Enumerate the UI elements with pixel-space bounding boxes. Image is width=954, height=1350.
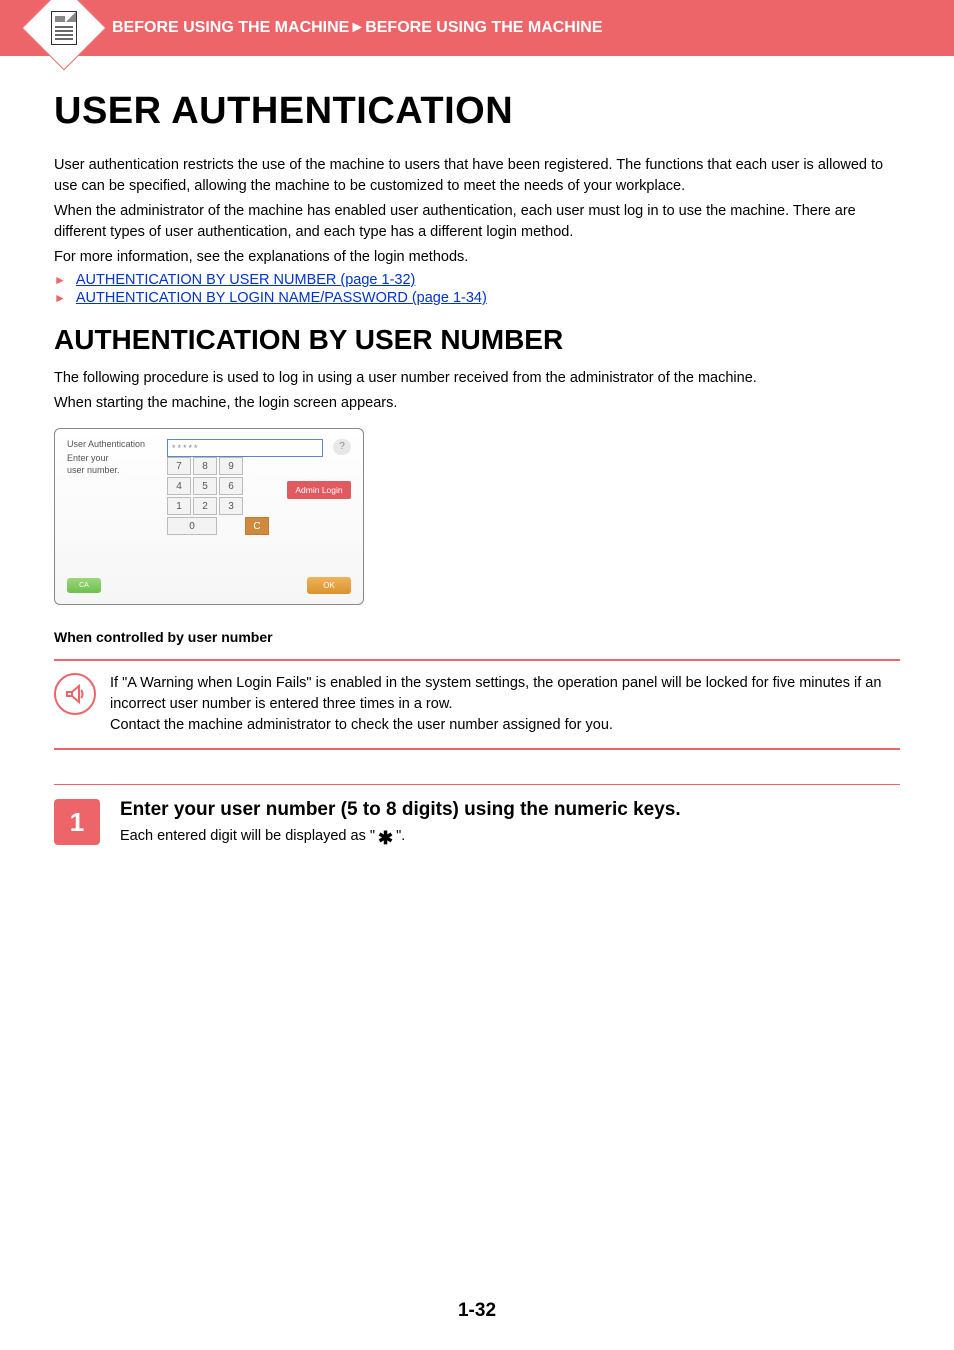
- triangle-bullet-icon: ►: [54, 291, 66, 305]
- breadcrumb-right: BEFORE USING THE MACHINE: [365, 19, 602, 36]
- key-blank: [245, 457, 269, 475]
- key-7[interactable]: 7: [167, 457, 191, 475]
- sub-intro-1: The following procedure is used to log i…: [54, 368, 900, 389]
- step-sub-before: Each entered digit will be displayed as …: [120, 828, 375, 844]
- document-icon: [51, 11, 77, 45]
- breadcrumb-left: BEFORE USING THE MACHINE: [112, 19, 349, 36]
- page-title: USER AUTHENTICATION: [54, 90, 900, 133]
- panel-caption: When controlled by user number: [54, 629, 900, 645]
- key-2[interactable]: 2: [193, 497, 217, 515]
- login-panel: User Authentication ***** ? Enter your u…: [54, 428, 364, 605]
- intro-p2: When the administrator of the machine ha…: [54, 201, 900, 243]
- key-1[interactable]: 1: [167, 497, 191, 515]
- key-9[interactable]: 9: [219, 457, 243, 475]
- key-5[interactable]: 5: [193, 477, 217, 495]
- key-4[interactable]: 4: [167, 477, 191, 495]
- lp-title: User Authentication: [67, 439, 157, 449]
- breadcrumb: BEFORE USING THE MACHINE►BEFORE USING TH…: [112, 19, 603, 37]
- key-blank: [245, 497, 269, 515]
- step-sub-after: ".: [396, 828, 405, 844]
- step-title: Enter your user number (5 to 8 digits) u…: [120, 799, 681, 821]
- key-0[interactable]: 0: [167, 517, 217, 535]
- asterisk-icon: ✱: [378, 829, 393, 847]
- intro-p1: User authentication restricts the use of…: [54, 155, 900, 197]
- header-bar: BEFORE USING THE MACHINE►BEFORE USING TH…: [0, 0, 954, 56]
- key-clear[interactable]: C: [245, 517, 269, 535]
- breadcrumb-sep: ►: [349, 19, 365, 36]
- key-6[interactable]: 6: [219, 477, 243, 495]
- page-number: 1-32: [0, 1300, 954, 1322]
- numeric-keypad: 7 8 9 4 5 6 1 2 3 0 C: [167, 457, 269, 535]
- lp-input-display[interactable]: *****: [167, 439, 323, 457]
- note-box: If "A Warning when Login Fails" is enabl…: [54, 659, 900, 750]
- sub-intro-2: When starting the machine, the login scr…: [54, 393, 900, 414]
- key-blank: [245, 477, 269, 495]
- note-line-1: If "A Warning when Login Fails" is enabl…: [110, 673, 900, 715]
- section-title: AUTHENTICATION BY USER NUMBER: [54, 324, 900, 356]
- note-line-2: Contact the machine administrator to che…: [110, 715, 900, 736]
- note-icon: [54, 673, 96, 715]
- lp-instr-l1: Enter your: [67, 453, 109, 463]
- ca-button[interactable]: CA: [67, 578, 101, 593]
- lp-instr-l2: user number.: [67, 465, 120, 475]
- ok-button[interactable]: OK: [307, 577, 351, 594]
- step-subtext: Each entered digit will be displayed as …: [120, 827, 681, 845]
- link-auth-login-name[interactable]: AUTHENTICATION BY LOGIN NAME/PASSWORD (p…: [76, 290, 487, 306]
- link-auth-user-number[interactable]: AUTHENTICATION BY USER NUMBER (page 1-32…: [76, 272, 415, 288]
- key-8[interactable]: 8: [193, 457, 217, 475]
- admin-login-button[interactable]: Admin Login: [287, 481, 351, 499]
- key-blank: [219, 517, 243, 535]
- triangle-bullet-icon: ►: [54, 273, 66, 287]
- intro-p3: For more information, see the explanatio…: [54, 247, 900, 268]
- step-1: 1 Enter your user number (5 to 8 digits)…: [54, 799, 900, 845]
- step-number-badge: 1: [54, 799, 100, 845]
- step-divider: [54, 784, 900, 785]
- help-icon[interactable]: ?: [333, 439, 351, 455]
- key-3[interactable]: 3: [219, 497, 243, 515]
